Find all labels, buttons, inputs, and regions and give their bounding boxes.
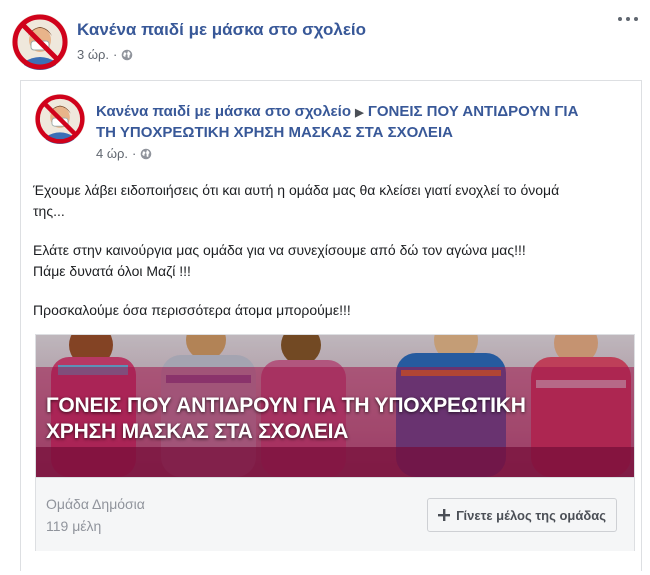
post-paragraph: Έχουμε λάβει ειδοποιήσεις ότι και αυτή η… — [33, 180, 633, 222]
group-card-title-line: ΧΡΗΣΗ ΜΑΣΚΑΣ ΣΤΑ ΣΧΟΛΕΙΑ — [46, 420, 349, 443]
shared-post-meta: 4 ώρ. · — [96, 146, 152, 161]
target-group-link[interactable]: ΓΟΝΕΙΣ ΠΟΥ ΑΝΤΙΔΡΟΥΝ ΓΙΑ — [368, 103, 579, 120]
post-text-line: Πάμε δυνατά όλοι Μαζί !!! — [33, 263, 191, 279]
shared-post-header: Κανένα παιδί με μάσκα στο σχολείο ▶ ΓΟΝΕ… — [96, 102, 616, 142]
post-text-line: Προσκαλούμε όσα περισσότερα άτομα μπορού… — [33, 302, 351, 318]
globe-icon — [141, 148, 152, 159]
shared-post-time[interactable]: 4 ώρ. — [96, 146, 128, 161]
post-paragraph: Προσκαλούμε όσα περισσότερα άτομα μπορού… — [33, 300, 633, 321]
post-paragraph: Ελάτε στην καινούργια μας ομάδα για να σ… — [33, 240, 633, 282]
share-arrow-icon: ▶ — [355, 107, 364, 119]
more-options-icon[interactable] — [616, 14, 640, 24]
globe-icon — [122, 49, 133, 60]
shared-group-name-link[interactable]: Κανένα παιδί με μάσκα στο σχολείο — [96, 103, 351, 120]
group-card-footer: Ομάδα Δημόσια 119 μέλη Γίνετε μέλος της … — [36, 477, 634, 551]
post-text-line: της... — [33, 203, 65, 219]
group-member-count: 119 μέλη — [46, 518, 102, 534]
post-text-line: Έχουμε λάβει ειδοποιήσεις ότι και αυτή η… — [33, 182, 560, 198]
join-group-button[interactable]: Γίνετε μέλος της ομάδας — [427, 498, 617, 532]
outer-group-name-link[interactable]: Κανένα παιδί με μάσκα στο σχολείο — [77, 20, 366, 40]
post-text-line: Ελάτε στην καινούργια μας ομάδα για να σ… — [33, 242, 526, 258]
join-group-label: Γίνετε μέλος της ομάδας — [456, 507, 606, 523]
group-card-title[interactable]: ΓΟΝΕΙΣ ΠΟΥ ΑΝΤΙΔΡΟΥΝ ΓΙΑ ΤΗ ΥΠΟΧΡΕΩΤΙΚΗ … — [46, 393, 626, 445]
group-privacy: Ομάδα Δημόσια — [46, 496, 145, 512]
shared-group-avatar[interactable] — [35, 94, 85, 144]
no-mask-logo-icon — [35, 94, 85, 144]
no-mask-logo-icon — [12, 14, 68, 70]
group-card-title-line: ΓΟΝΕΙΣ ΠΟΥ ΑΝΤΙΔΡΟΥΝ ΓΙΑ ΤΗ ΥΠΟΧΡΕΩΤΙΚΗ — [46, 394, 526, 417]
group-preview-card[interactable]: ΓΟΝΕΙΣ ΠΟΥ ΑΝΤΙΔΡΟΥΝ ΓΙΑ ΤΗ ΥΠΟΧΡΕΩΤΙΚΗ … — [35, 334, 635, 551]
post-body: Έχουμε λάβει ειδοποιήσεις ότι και αυτή η… — [33, 180, 633, 321]
plus-icon — [438, 509, 451, 521]
target-group-link-cont[interactable]: ΤΗ ΥΠΟΧΡΕΩΤΙΚΗ ΧΡΗΣΗ ΜΑΣΚΑΣ ΣΤΑ ΣΧΟΛΕΙΑ — [96, 124, 453, 141]
outer-post-time[interactable]: 3 ώρ. — [77, 47, 109, 62]
outer-post-meta: 3 ώρ. · — [77, 47, 133, 62]
group-avatar[interactable] — [12, 14, 68, 70]
meta-separator: · — [113, 47, 118, 62]
meta-separator: · — [132, 146, 137, 161]
